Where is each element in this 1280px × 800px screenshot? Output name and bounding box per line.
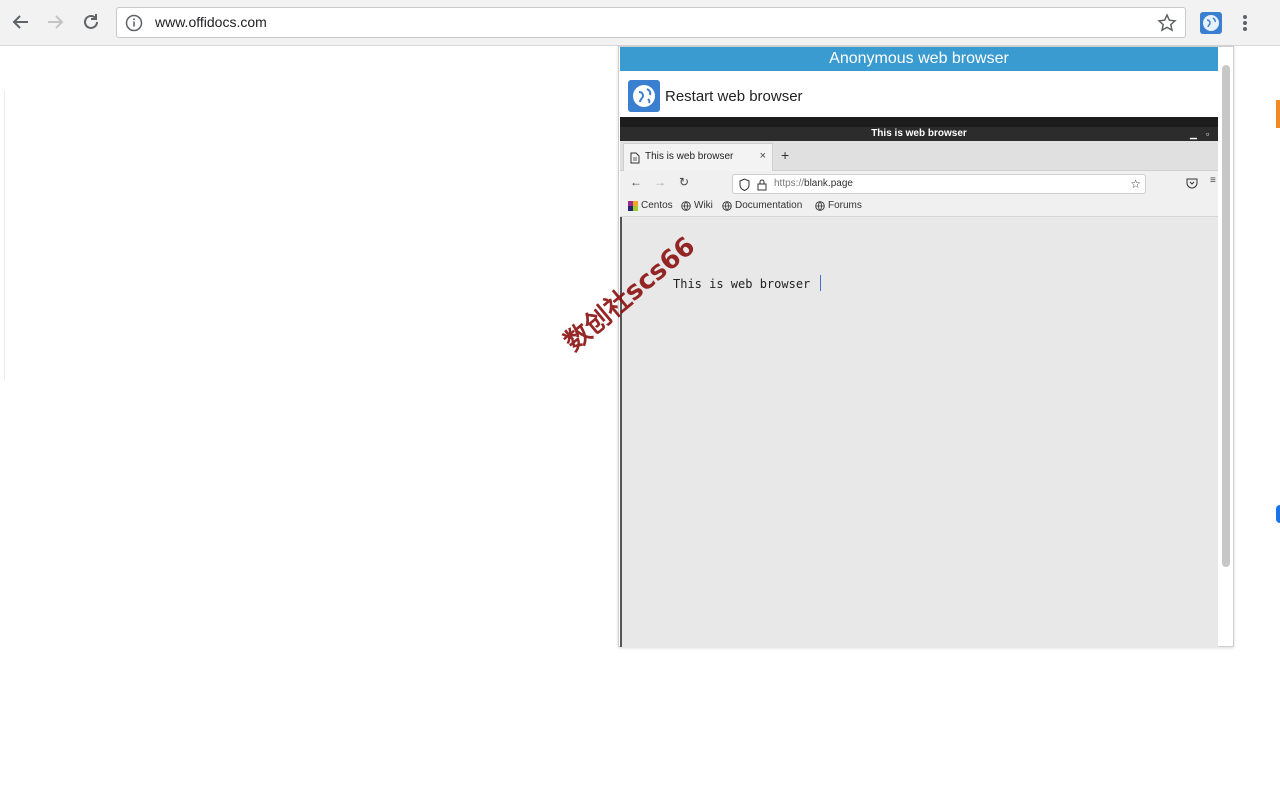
page-fragment: [1276, 505, 1280, 523]
remote-reload-icon[interactable]: ↻: [679, 175, 689, 189]
remote-bookmark-star-icon[interactable]: ☆: [1130, 177, 1141, 191]
bookmark-forums[interactable]: Forums: [815, 200, 862, 211]
remote-nav-bar: ← → ↻ https://blank.page ☆ ≡: [620, 171, 1218, 195]
globe-icon: [1203, 15, 1219, 31]
remote-url-host: blank.page: [804, 178, 853, 189]
maximize-icon[interactable]: ▫: [1206, 127, 1209, 141]
back-button[interactable]: [8, 9, 34, 35]
remote-tab[interactable]: This is web browser ×: [623, 143, 773, 171]
address-bar-url[interactable]: www.offidocs.com: [155, 14, 267, 30]
page-fragment: [1276, 100, 1280, 128]
globe-icon: [681, 200, 691, 211]
bookmark-centos[interactable]: Centos: [628, 200, 673, 211]
remote-back-icon[interactable]: ←: [630, 175, 642, 189]
reload-icon: [84, 14, 98, 29]
bookmark-star-icon[interactable]: [1157, 13, 1177, 33]
page-icon: [630, 152, 640, 164]
bookmark-label: Wiki: [694, 200, 713, 211]
remote-url-bar[interactable]: https://blank.page ☆: [732, 174, 1146, 194]
bookmark-label: Documentation: [735, 200, 803, 211]
forward-button[interactable]: [42, 9, 68, 35]
page-divider: [4, 90, 5, 380]
globe-icon: [722, 200, 732, 211]
bookmark-label: Centos: [641, 200, 673, 211]
minimize-icon[interactable]: ▁: [1190, 127, 1197, 141]
text-caret: [820, 275, 821, 291]
centos-icon: [628, 200, 638, 211]
remote-browser-window[interactable]: This is web browser ▁ ▫ This is web brow…: [620, 117, 1218, 647]
back-arrow-icon: [12, 15, 28, 29]
remote-window-title: This is web browser: [620, 127, 1218, 141]
restart-label[interactable]: Restart web browser: [665, 88, 803, 105]
bookmark-label: Forums: [828, 200, 862, 211]
popup-header: Anonymous web browser: [620, 47, 1218, 71]
extension-globe-icon[interactable]: [1200, 12, 1222, 34]
remote-titlebar: This is web browser ▁ ▫: [620, 117, 1218, 141]
popup-scrollbar[interactable]: [1222, 65, 1230, 567]
shield-icon[interactable]: [739, 178, 750, 191]
chrome-menu-icon[interactable]: [1236, 12, 1254, 34]
address-bar[interactable]: www.offidocs.com: [116, 7, 1186, 38]
bookmark-documentation[interactable]: Documentation: [722, 200, 802, 211]
globe-icon: [815, 200, 825, 211]
restart-browser-button[interactable]: Restart web browser: [628, 80, 803, 112]
pocket-icon[interactable]: [1186, 177, 1198, 189]
close-tab-icon[interactable]: ×: [760, 150, 766, 162]
remote-bookmarks-bar: Centos Wiki Documentation Forums: [620, 195, 1218, 217]
info-icon[interactable]: [125, 14, 143, 32]
forward-arrow-icon: [48, 15, 64, 29]
remote-url-scheme: https://: [774, 178, 805, 189]
remote-menu-icon[interactable]: ≡: [1210, 175, 1216, 186]
new-tab-button[interactable]: +: [781, 147, 789, 163]
browser-toolbar: www.offidocs.com: [0, 0, 1280, 46]
remote-forward-icon[interactable]: →: [654, 175, 666, 189]
remote-page-text[interactable]: This is web browser: [673, 277, 810, 291]
bookmark-wiki[interactable]: Wiki: [681, 200, 713, 211]
globe-icon: [628, 80, 660, 112]
remote-url-text[interactable]: https://blank.page: [774, 178, 853, 189]
anonymous-browser-popup: Anonymous web browser Restart web browse…: [618, 46, 1234, 647]
remote-tab-title: This is web browser: [645, 151, 734, 162]
remote-tabstrip: This is web browser × +: [620, 141, 1218, 171]
lock-icon[interactable]: [757, 178, 767, 191]
reload-button[interactable]: [78, 9, 104, 35]
